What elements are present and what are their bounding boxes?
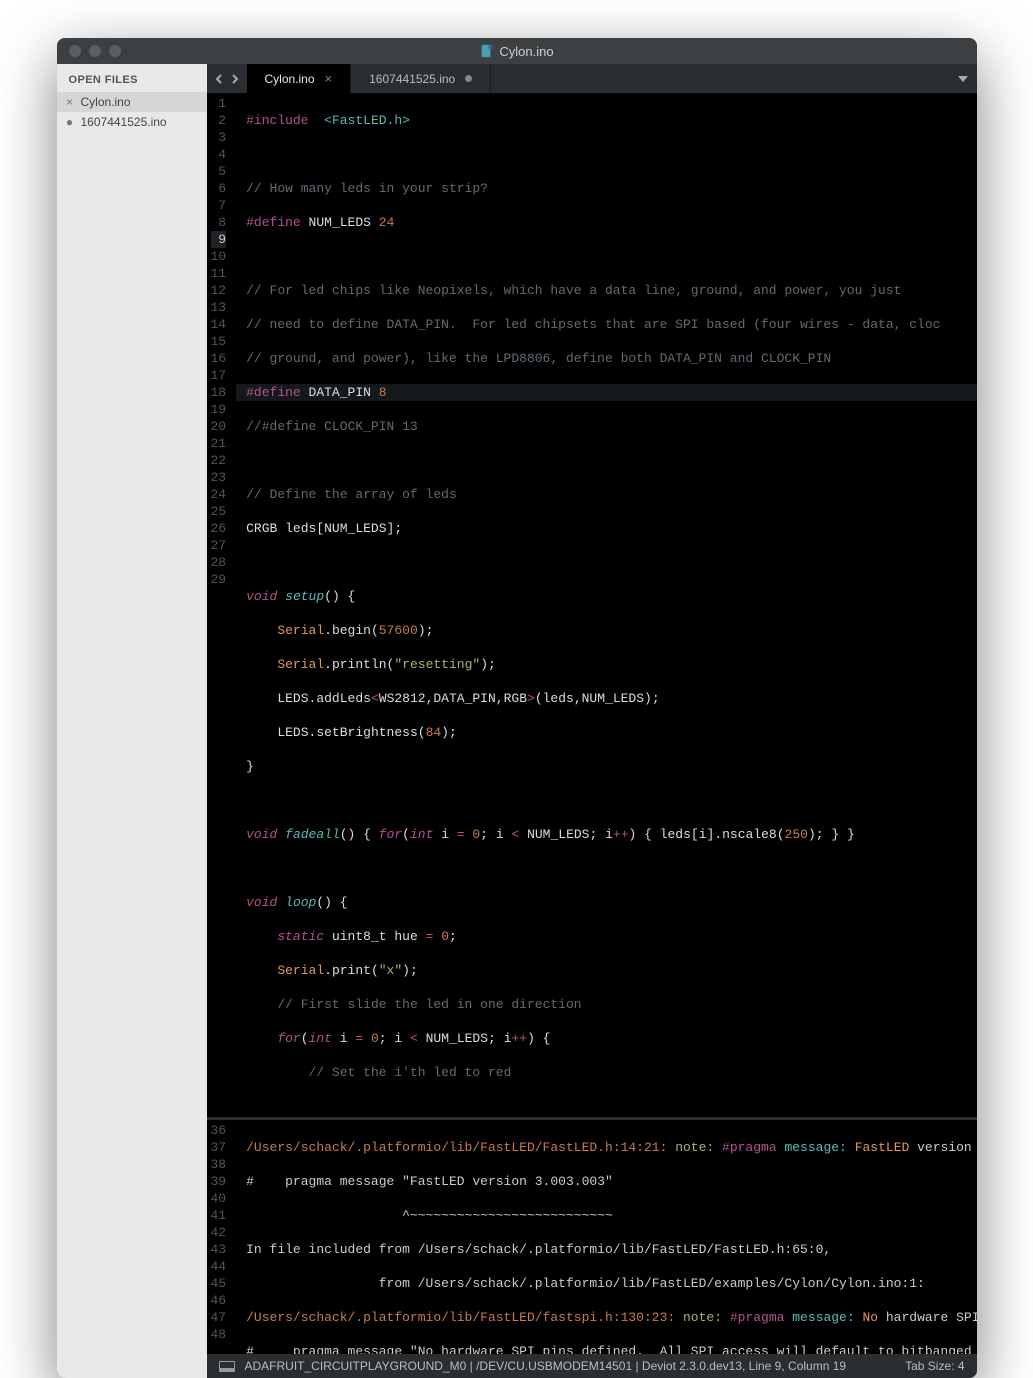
- app-window: Cylon.ino OPEN FILES × Cylon.ino ● 16074…: [57, 38, 977, 1378]
- chevron-right-icon[interactable]: [229, 74, 239, 84]
- code-area[interactable]: #include <FastLED.h> // How many leds in…: [236, 93, 976, 1117]
- status-left[interactable]: ADAFRUIT_CIRCUITPLAYGROUND_M0 | /DEV/CU.…: [245, 1359, 847, 1373]
- titlebar[interactable]: Cylon.ino: [57, 38, 977, 64]
- tab-nav[interactable]: [207, 64, 247, 93]
- panel-toggle-icon[interactable]: [219, 1361, 235, 1372]
- traffic-lights: [57, 45, 121, 57]
- tab-label: Cylon.ino: [265, 72, 315, 86]
- tab-cylon[interactable]: Cylon.ino ×: [247, 64, 352, 93]
- tab-close-icon[interactable]: ×: [325, 71, 333, 86]
- dirty-dot-icon: [465, 75, 472, 82]
- sidebar: OPEN FILES × Cylon.ino ● 1607441525.ino: [57, 64, 207, 1378]
- file-icon: [479, 44, 493, 58]
- file-label: Cylon.ino: [81, 95, 131, 109]
- build-console[interactable]: 36373839404142434445464748 /Users/schack…: [207, 1117, 977, 1354]
- tab-label: 1607441525.ino: [369, 72, 455, 86]
- status-bar: ADAFRUIT_CIRCUITPLAYGROUND_M0 | /DEV/CU.…: [207, 1354, 977, 1378]
- dirty-dot-icon[interactable]: ●: [65, 115, 75, 129]
- console-gutter: 36373839404142434445464748: [207, 1120, 237, 1354]
- window-title: Cylon.ino: [479, 44, 553, 59]
- sidebar-item-1607441525[interactable]: ● 1607441525.ino: [57, 112, 207, 132]
- close-icon[interactable]: ×: [65, 95, 75, 109]
- code-editor[interactable]: 1234567891011121314151617181920212223242…: [207, 93, 977, 1117]
- minimize-dot[interactable]: [89, 45, 101, 57]
- open-files-header: OPEN FILES: [57, 64, 207, 92]
- sidebar-item-cylon[interactable]: × Cylon.ino: [57, 92, 207, 112]
- zoom-dot[interactable]: [109, 45, 121, 57]
- tab-bar: Cylon.ino × 1607441525.ino: [207, 64, 977, 93]
- console-output[interactable]: /Users/schack/.platformio/lib/FastLED/Fa…: [236, 1120, 976, 1354]
- file-label: 1607441525.ino: [81, 115, 167, 129]
- line-gutter: 1234567891011121314151617181920212223242…: [207, 93, 237, 1117]
- tab-overflow-icon[interactable]: [949, 64, 977, 93]
- chevron-left-icon[interactable]: [215, 74, 225, 84]
- close-dot[interactable]: [69, 45, 81, 57]
- status-tab-size[interactable]: Tab Size: 4: [905, 1359, 964, 1373]
- tab-1607441525[interactable]: 1607441525.ino: [351, 64, 491, 93]
